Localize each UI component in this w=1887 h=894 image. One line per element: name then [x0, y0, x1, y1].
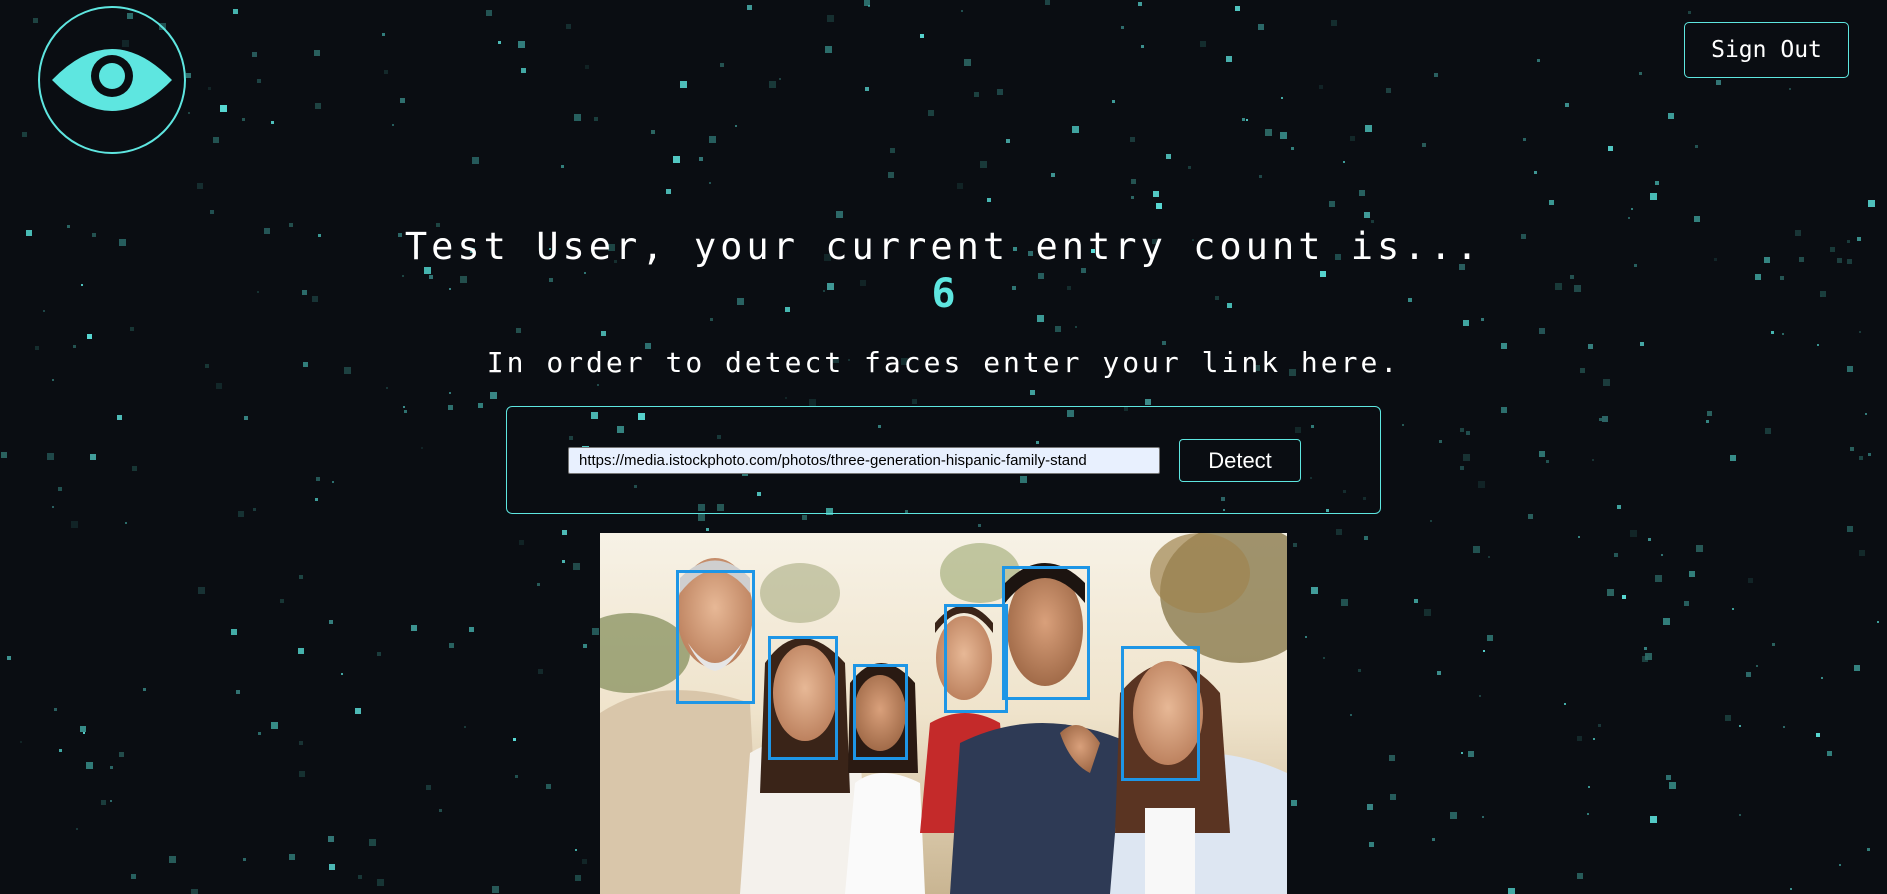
face-bounding-box [1002, 566, 1090, 700]
face-bounding-box [768, 636, 838, 760]
detect-button[interactable]: Detect [1179, 439, 1301, 482]
page: Sign Out Test User, your current entry c… [0, 0, 1887, 894]
result-image [600, 533, 1287, 894]
face-bounding-box [944, 604, 1008, 713]
url-input[interactable] [568, 447, 1160, 474]
entry-count: 6 [931, 271, 956, 317]
face-bounding-box [853, 664, 908, 760]
greeting-text: Test User, your current entry count is..… [404, 225, 1483, 268]
face-bounding-box [1121, 646, 1200, 781]
instructions-text: In order to detect faces enter your link… [486, 346, 1401, 379]
eye-icon [52, 49, 172, 111]
sign-out-button[interactable]: Sign Out [1684, 22, 1849, 78]
face-bounding-box [676, 570, 755, 704]
logo[interactable] [38, 6, 186, 154]
